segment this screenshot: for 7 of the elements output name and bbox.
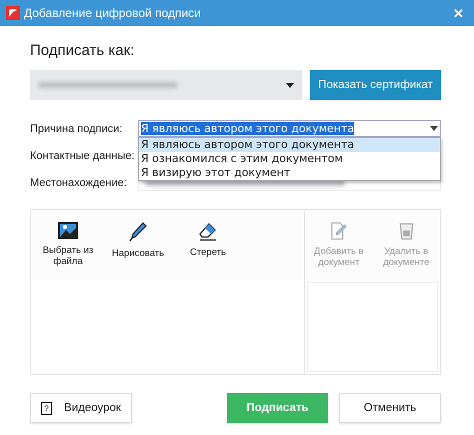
selected-text: Я являюсь автором этого документа xyxy=(141,122,354,135)
field-label: Местонахождение: xyxy=(30,176,128,188)
window-title: Добавление цифровой подписи xyxy=(24,6,202,20)
field-label: Контактные данные: xyxy=(30,150,136,162)
sign-as-label: Подписать как: xyxy=(30,42,136,59)
help-book-icon: ? xyxy=(41,402,52,414)
field-label: Причина подписи: xyxy=(30,122,124,134)
